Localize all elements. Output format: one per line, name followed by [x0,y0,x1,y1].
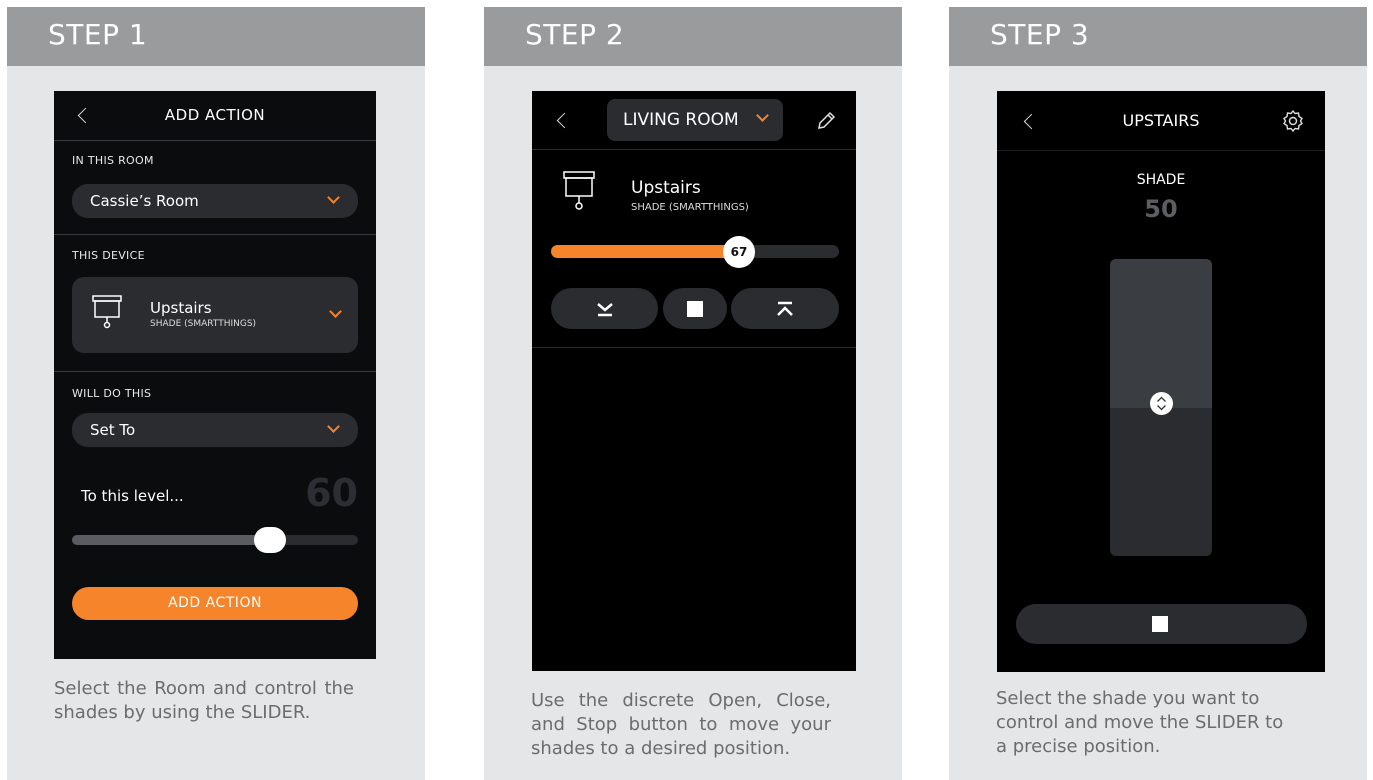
stop-icon [687,301,703,317]
chevron-down-icon [327,420,340,433]
device-name: Upstairs [631,178,701,198]
open-shade-icon [777,301,793,316]
chevron-down-icon [327,191,340,204]
step-2-title: STEP 2 [484,7,902,66]
level-label: To this level... [81,487,184,505]
vertical-slider-upper [1110,259,1212,408]
step-3-title: STEP 3 [949,7,1367,66]
level-slider-thumb[interactable] [254,527,286,553]
device-dropdown[interactable]: Upstairs SHADE (SMARTTHINGS) [72,277,358,353]
room-selector-label: LIVING ROOM [623,110,739,130]
device-type: SHADE (SMARTTHINGS) [150,319,257,329]
room-value: Cassie’s Room [90,192,199,210]
shade-slider[interactable]: 67 [551,236,839,268]
shade-icon [563,171,595,210]
level-slider[interactable] [72,527,358,553]
action-value: Set To [90,421,136,439]
room-selector[interactable]: LIVING ROOM [607,99,783,141]
stop-button[interactable] [1016,604,1307,644]
action-dropdown[interactable]: Set To [72,413,358,447]
close-shade-icon [597,303,613,317]
action-label: WILL DO THIS [72,387,152,400]
screen-title: UPSTAIRS [1122,111,1200,130]
step-1-caption: Select the Room and control the shades b… [54,678,354,723]
room-label: IN THIS ROOM [72,154,154,167]
level-slider-fill [72,535,270,545]
step-3-caption: Select the shade you want to control and… [996,688,1284,757]
room-dropdown[interactable]: Cassie’s Room [72,184,358,218]
up-down-icon [1157,396,1166,411]
level-value: 60 [305,471,358,515]
add-action-button-label: ADD ACTION [168,595,262,611]
step-2-card: STEP 2 LIVING ROOM Upstairs SHADE (SMART… [484,7,902,780]
chevron-down-icon [756,109,769,122]
step-2-phone-screen: LIVING ROOM Upstairs SHADE (SMARTTHINGS)… [532,91,856,671]
step-1-phone-screen: ADD ACTION IN THIS ROOM Cassie’s Room TH… [54,91,376,659]
step-1-title: STEP 1 [7,7,425,66]
close-shade-button[interactable] [551,288,658,329]
step-3-phone-screen: UPSTAIRS SHADE 50 [997,91,1325,672]
device-type: SHADE (SMARTTHINGS) [631,202,749,213]
add-action-button[interactable]: ADD ACTION [72,587,358,620]
device-name: Upstairs [150,299,212,317]
back-icon[interactable] [556,112,573,129]
shade-value: 50 [1144,195,1178,223]
step-3-card: STEP 3 UPSTAIRS SHADE 50 Select the shad… [949,7,1367,780]
shade-label: SHADE [1136,172,1186,188]
device-label: THIS DEVICE [72,249,145,262]
stop-button[interactable] [663,288,727,329]
screen-title: ADD ACTION [164,106,266,124]
gear-icon[interactable] [1281,109,1305,133]
shade-slider-thumb[interactable]: 67 [723,236,755,268]
shade-slider-value: 67 [730,245,748,259]
stop-icon [1152,616,1168,632]
step-2-caption: Use the discrete Open, Close, and Stop b… [531,690,831,759]
vertical-shade-slider[interactable] [1110,259,1212,556]
shade-icon [92,295,122,329]
open-shade-button[interactable] [731,288,839,329]
pencil-icon[interactable] [816,111,836,131]
step-1-card: STEP 1 ADD ACTION IN THIS ROOM Cassie’s … [7,7,425,780]
vertical-slider-thumb[interactable] [1150,392,1173,415]
shade-slider-fill [551,245,736,258]
chevron-down-icon [329,305,342,318]
